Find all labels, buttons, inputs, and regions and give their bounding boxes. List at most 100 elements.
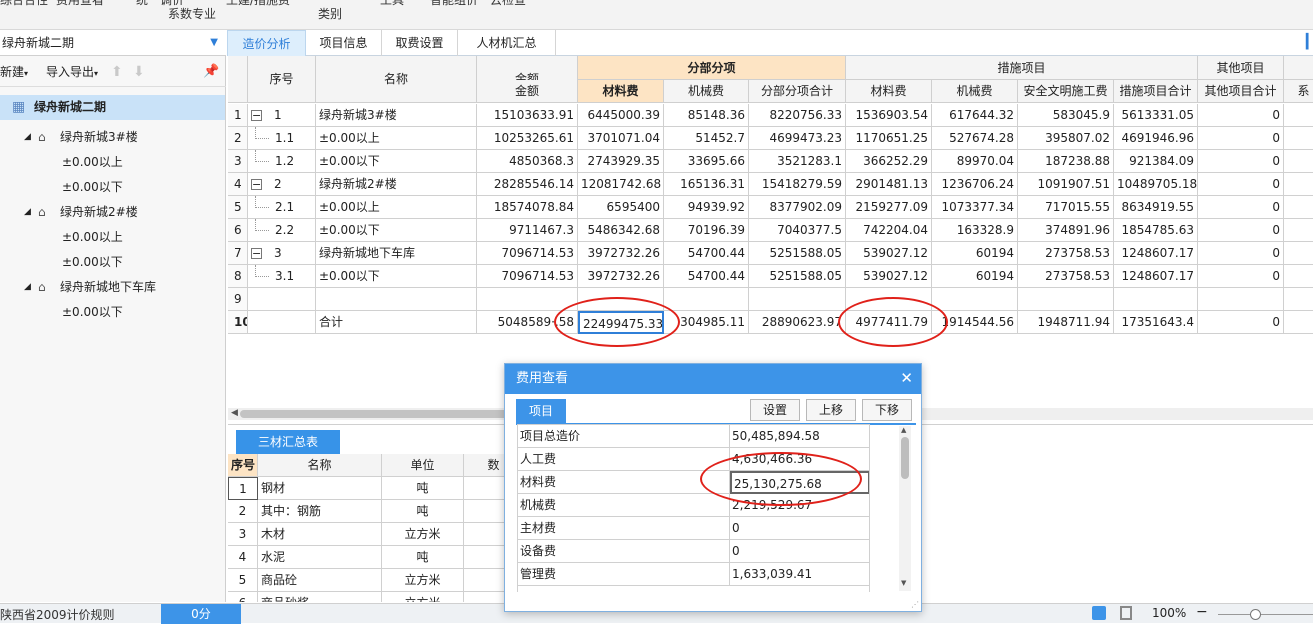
grid-cell-name[interactable]: 绿舟新城地下车库 — [316, 242, 477, 265]
grid-cell-cmach[interactable] — [932, 288, 1018, 311]
fee-label[interactable]: 项目总造价 — [518, 425, 730, 448]
scroll-down-icon[interactable]: ▼ — [901, 579, 906, 587]
grid-cell-cmat[interactable]: 2159277.09 — [846, 196, 932, 219]
grid-cell-cmat[interactable]: 1170651.25 — [846, 127, 932, 150]
grid-cell-cmat[interactable]: 1536903.54 — [846, 104, 932, 127]
grid-cell-mach[interactable]: 51452.7 — [664, 127, 749, 150]
bottom-cell-unit[interactable]: 立方米 — [382, 592, 464, 602]
grid-cell-safe[interactable]: 273758.53 — [1018, 265, 1114, 288]
grid-cell-safe[interactable]: 717015.55 — [1018, 196, 1114, 219]
collapse-icon[interactable]: − — [251, 110, 262, 121]
tab-fee-settings[interactable]: 取费设置 — [382, 30, 458, 56]
grid-cell-mach[interactable]: 85148.36 — [664, 104, 749, 127]
zoom-out-icon[interactable]: − — [1196, 604, 1208, 620]
grid-cell-mach[interactable] — [664, 288, 749, 311]
grid-cell-fbtotal[interactable] — [749, 288, 846, 311]
bottom-cell-unit[interactable]: 立方米 — [382, 523, 464, 546]
scrollbar-thumb[interactable] — [901, 437, 909, 479]
grid-cell-cstotal[interactable]: 1248607.17 — [1114, 242, 1198, 265]
grid-cell-x[interactable] — [1284, 173, 1313, 196]
grid-cell-cstotal[interactable]: 4691946.96 — [1114, 127, 1198, 150]
grid-cell-seq[interactable]: 2.1 — [248, 196, 316, 219]
grid-cell-seq[interactable] — [248, 288, 316, 311]
grid-cell-cstotal[interactable]: 8634919.55 — [1114, 196, 1198, 219]
fee-value[interactable]: 0 — [730, 540, 869, 563]
bottom-cell-name[interactable]: 钢材 — [258, 477, 382, 500]
chevron-down-icon[interactable]: ◢ — [24, 200, 31, 225]
move-up-icon[interactable]: ⬆ — [111, 57, 123, 87]
grid-cell-x[interactable] — [1284, 265, 1313, 288]
grid-cell-x[interactable] — [1284, 311, 1313, 334]
grid-cell-amount[interactable]: 15103633.91 — [477, 104, 578, 127]
chevron-down-icon[interactable]: ◢ — [24, 125, 31, 150]
toolbar-item[interactable]: 土建/措施费 — [226, 0, 290, 8]
bottom-cell-name[interactable]: 商品砼 — [258, 569, 382, 592]
grid-cell-name[interactable]: ±0.00以下 — [316, 265, 477, 288]
grid-cell-cmat[interactable]: 539027.12 — [846, 242, 932, 265]
grid-cell-x[interactable] — [1284, 150, 1313, 173]
grid-cell-safe[interactable]: 374891.96 — [1018, 219, 1114, 242]
zoom-slider-thumb[interactable] — [1250, 609, 1261, 620]
grid-cell-cmach[interactable]: 163328.9 — [932, 219, 1018, 242]
bottom-cell-unit[interactable]: 吨 — [382, 546, 464, 569]
scrollbar-thumb[interactable] — [240, 410, 540, 418]
bottom-cell-unit[interactable]: 立方米 — [382, 569, 464, 592]
bottom-cell-name[interactable]: 商品砂浆 — [258, 592, 382, 602]
close-icon[interactable]: ✕ — [900, 364, 913, 392]
grid-cell-cstotal[interactable]: 10489705.18 — [1114, 173, 1198, 196]
grid-cell-mach[interactable]: 54700.44 — [664, 242, 749, 265]
dialog-tab-project[interactable]: 项目 — [516, 399, 566, 423]
grid-cell-safe[interactable]: 187238.88 — [1018, 150, 1114, 173]
grid-cell-seq[interactable]: 1.1 — [248, 127, 316, 150]
bottom-cell-name[interactable]: 水泥 — [258, 546, 382, 569]
toolbar-item[interactable]: 云检查 — [490, 0, 526, 8]
grid-cell-cmach[interactable]: 89970.04 — [932, 150, 1018, 173]
grid-cell-amount[interactable] — [477, 288, 578, 311]
grid-cell-amount[interactable]: 18574078.84 — [477, 196, 578, 219]
zoom-slider[interactable] — [1218, 614, 1313, 615]
pin-icon[interactable]: 📌 — [203, 57, 219, 87]
view-list-icon[interactable] — [1092, 606, 1106, 620]
grid-cell-cstotal[interactable]: 17351643.4 — [1114, 311, 1198, 334]
import-export-button[interactable]: 导入导出▾ — [46, 57, 98, 89]
grid-cell-other[interactable]: 0 — [1198, 150, 1284, 173]
grid-cell-cmach[interactable]: 617644.32 — [932, 104, 1018, 127]
grid-cell-fbtotal[interactable]: 8220756.33 — [749, 104, 846, 127]
grid-cell-name[interactable]: ±0.00以上 — [316, 127, 477, 150]
grid-cell-seq[interactable] — [248, 311, 316, 334]
toolbar-item[interactable]: 综合合性 — [0, 0, 48, 8]
grid-cell-x[interactable] — [1284, 242, 1313, 265]
grid-cell-other[interactable]: 0 — [1198, 173, 1284, 196]
grid-cell-mat[interactable]: 6445000.39 — [578, 104, 664, 127]
grid-cell-safe[interactable]: 583045.9 — [1018, 104, 1114, 127]
grid-cell-mat[interactable]: 5486342.68 — [578, 219, 664, 242]
grid-cell-name[interactable]: 绿舟新城2#楼 — [316, 173, 477, 196]
view-split-icon[interactable] — [1120, 606, 1132, 620]
grid-cell-fbtotal[interactable]: 28890623.97 — [749, 311, 846, 334]
move-down-icon[interactable]: ⬇ — [133, 57, 145, 87]
grid-cell-cmat[interactable]: 742204.04 — [846, 219, 932, 242]
move-down-button[interactable]: 下移 — [862, 399, 912, 421]
grid-cell-cmat[interactable]: 366252.29 — [846, 150, 932, 173]
grid-cell-cmach[interactable]: 60194 — [932, 242, 1018, 265]
grid-cell-safe[interactable] — [1018, 288, 1114, 311]
grid-cell-x[interactable] — [1284, 219, 1313, 242]
grid-cell-amount[interactable]: 28285546.14 — [477, 173, 578, 196]
grid-cell-other[interactable] — [1198, 288, 1284, 311]
collapse-icon[interactable]: − — [251, 179, 262, 190]
tree-item-building[interactable]: ◢ ⌂ 绿舟新城3#楼 — [0, 125, 225, 150]
grid-cell-name[interactable]: 合计 — [316, 311, 477, 334]
grid-cell-fbtotal[interactable]: 7040377.5 — [749, 219, 846, 242]
toolbar-item[interactable]: 智能组价 — [430, 0, 478, 8]
grid-cell-other[interactable]: 0 — [1198, 265, 1284, 288]
grid-cell-x[interactable] — [1284, 127, 1313, 150]
grid-cell-other[interactable]: 0 — [1198, 127, 1284, 150]
grid-cell-safe[interactable]: 273758.53 — [1018, 242, 1114, 265]
tree-item-building[interactable]: ◢ ⌂ 绿舟新城地下车库 — [0, 275, 225, 300]
grid-cell-seq[interactable]: 2.2 — [248, 219, 316, 242]
scroll-left-icon[interactable]: ◀ — [231, 408, 238, 418]
grid-cell-mach[interactable]: 54700.44 — [664, 265, 749, 288]
bottom-cell-unit[interactable]: 吨 — [382, 477, 464, 500]
tree-item-section[interactable]: ±0.00以下 — [0, 300, 225, 325]
grid-cell-amount[interactable]: 7096714.53 — [477, 265, 578, 288]
